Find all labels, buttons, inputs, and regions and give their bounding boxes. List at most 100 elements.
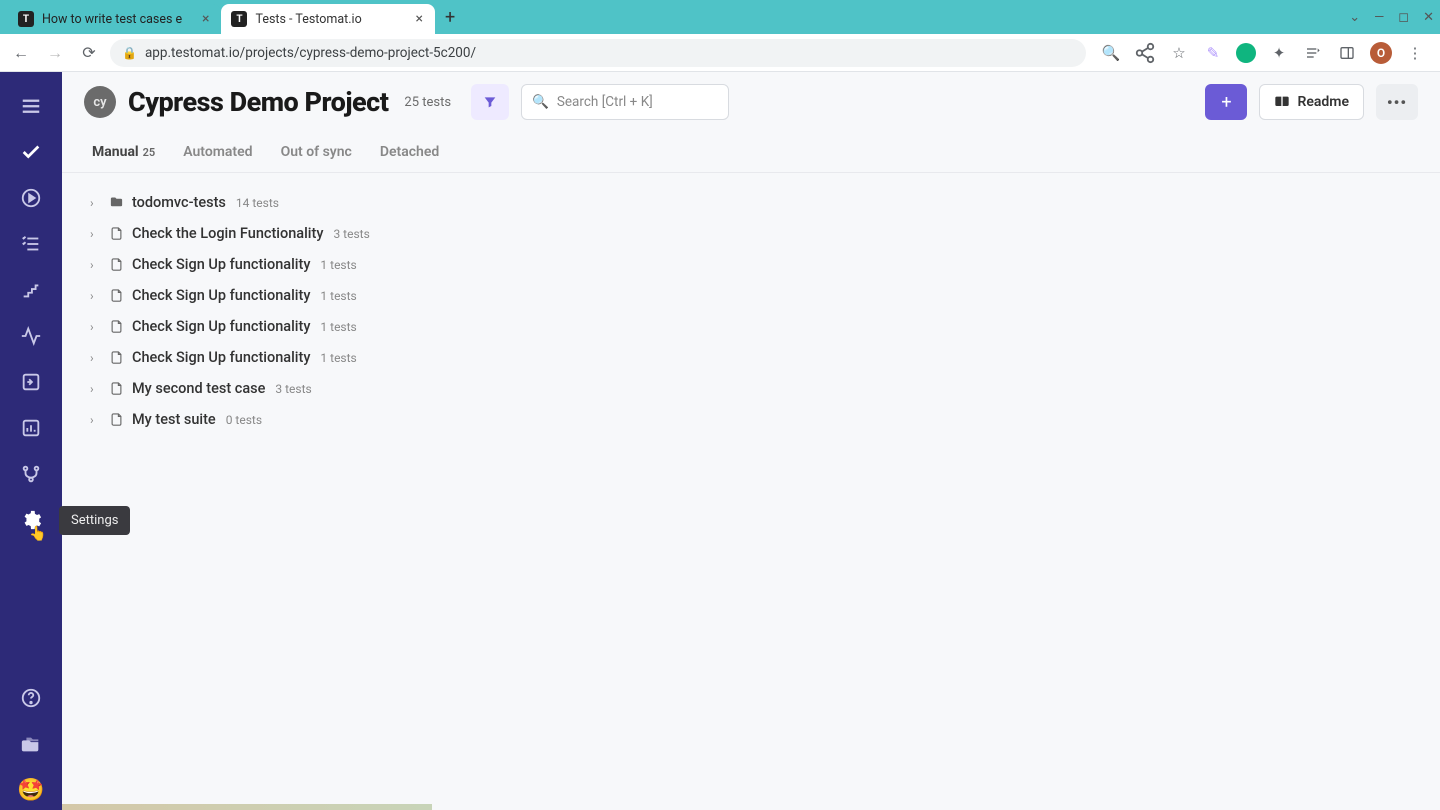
search-placeholder: Search [Ctrl + K] <box>557 94 653 110</box>
forward-button[interactable]: → <box>42 40 68 66</box>
tab-favicon-icon: T <box>231 11 247 27</box>
star-icon[interactable]: ☆ <box>1168 42 1190 64</box>
tree-row[interactable]: ›My test suite0 tests <box>82 404 1420 435</box>
row-name: todomvc-tests <box>132 194 226 211</box>
zoom-icon[interactable]: 🔍 <box>1100 42 1122 64</box>
row-count: 1 tests <box>320 351 356 365</box>
tooltip: Settings <box>59 506 130 535</box>
app-root: Settings 👆 🤩 cy Cypress Demo Project 25 … <box>0 72 1440 810</box>
chevron-right-icon: › <box>90 320 100 334</box>
filter-button[interactable] <box>471 84 509 120</box>
chevron-right-icon: › <box>90 227 100 241</box>
tree-row[interactable]: › Check Sign Up functionality 1 tests <box>82 249 1420 280</box>
project-title: Cypress Demo Project <box>128 86 388 118</box>
tab-automated[interactable]: Automated <box>183 144 252 172</box>
tab-out-of-sync[interactable]: Out of sync <box>281 144 352 172</box>
file-icon <box>108 381 124 396</box>
row-name: Check Sign Up functionality <box>132 318 310 335</box>
more-button[interactable]: ••• <box>1376 84 1418 120</box>
profile-avatar[interactable]: O <box>1370 42 1392 64</box>
row-name: Check Sign Up functionality <box>132 287 310 304</box>
close-window-icon[interactable]: ✕ <box>1423 10 1434 25</box>
file-icon <box>108 257 124 272</box>
pencil-icon[interactable]: ✎ <box>1202 42 1224 64</box>
back-button[interactable]: ← <box>8 40 34 66</box>
browser-tab[interactable]: T How to write test cases e × <box>8 4 221 34</box>
close-icon[interactable]: × <box>200 11 211 27</box>
branch-icon[interactable] <box>11 454 51 494</box>
chart-icon[interactable] <box>11 408 51 448</box>
close-icon[interactable]: × <box>413 11 424 27</box>
row-count: 1 tests <box>320 258 356 272</box>
folders-icon[interactable] <box>11 724 51 764</box>
play-icon[interactable] <box>11 178 51 218</box>
reading-list-icon[interactable] <box>1302 42 1324 64</box>
tab-manual[interactable]: Manual 25 <box>92 144 155 172</box>
project-header: cy Cypress Demo Project 25 tests 🔍 Searc… <box>62 72 1440 132</box>
folder-icon <box>108 195 124 210</box>
project-avatar: cy <box>84 86 116 118</box>
emoji-avatar-icon[interactable]: 🤩 <box>11 770 51 810</box>
gear-icon[interactable]: Settings 👆 <box>11 500 51 540</box>
file-icon <box>108 288 124 303</box>
tree-row[interactable]: ›Check Sign Up functionality1 tests <box>82 342 1420 373</box>
import-icon[interactable] <box>11 362 51 402</box>
checklist-icon[interactable] <box>11 224 51 264</box>
add-button[interactable]: + <box>1205 84 1247 120</box>
minimize-icon[interactable]: — <box>1374 10 1384 25</box>
check-icon[interactable] <box>11 132 51 172</box>
tree-row[interactable]: › Check Sign Up functionality 1 tests <box>82 311 1420 342</box>
filter-tabs: Manual 25 Automated Out of sync Detached <box>62 132 1440 173</box>
row-name: My second test case <box>132 380 265 397</box>
bottom-strip <box>62 804 432 810</box>
maximize-icon[interactable]: ◻ <box>1398 10 1409 25</box>
kebab-icon[interactable]: ⋮ <box>1404 42 1426 64</box>
chevron-right-icon: › <box>90 382 100 396</box>
url-field[interactable]: 🔒 app.testomat.io/projects/cypress-demo-… <box>110 39 1086 67</box>
new-tab-button[interactable]: + <box>435 7 465 28</box>
tree-row[interactable]: ›Check Sign Up functionality1 tests <box>82 280 1420 311</box>
reload-button[interactable]: ⟳ <box>76 40 102 66</box>
row-name: Check Sign Up functionality <box>132 349 310 366</box>
chevron-down-icon[interactable]: ⌄ <box>1349 10 1360 25</box>
tab-detached[interactable]: Detached <box>380 144 439 172</box>
tree-row[interactable]: ›Check the Login Functionality3 tests <box>82 218 1420 249</box>
panel-icon[interactable] <box>1336 42 1358 64</box>
menu-icon[interactable] <box>11 86 51 126</box>
cursor-icon: 👆 <box>29 526 46 542</box>
row-count: 0 tests <box>226 413 262 427</box>
tab-label: Automated <box>183 144 252 160</box>
book-icon <box>1274 94 1290 110</box>
tree-row[interactable]: ›todomvc-tests14 tests <box>82 187 1420 218</box>
test-tree: › todomvc-tests 14 tests ›Check the Login F… <box>62 173 1440 449</box>
lock-icon: 🔒 <box>122 46 137 60</box>
share-icon[interactable] <box>1134 42 1156 64</box>
puzzle-icon[interactable]: ✦ <box>1268 42 1290 64</box>
row-count: 14 tests <box>236 196 279 210</box>
tree-row[interactable]: ›My second test case3 tests <box>82 373 1420 404</box>
stairs-icon[interactable] <box>11 270 51 310</box>
search-icon: 🔍 <box>532 94 549 110</box>
browser-tab-strip: T How to write test cases e × T Tests - … <box>0 0 1440 34</box>
help-icon[interactable] <box>11 678 51 718</box>
row-name: Check Sign Up functionality <box>132 256 310 273</box>
readme-button[interactable]: Readme <box>1259 84 1364 120</box>
row-count: 1 tests <box>320 289 356 303</box>
browser-tab-active[interactable]: T Tests - Testomat.io × <box>221 4 434 34</box>
tab-favicon-icon: T <box>18 11 34 27</box>
sidebar: Settings 👆 🤩 <box>0 72 62 810</box>
readme-label: Readme <box>1297 94 1349 110</box>
chevron-right-icon: › <box>90 413 100 427</box>
row-count: 3 tests <box>333 227 369 241</box>
chevron-right-icon: › <box>90 258 100 272</box>
main-content: cy Cypress Demo Project 25 tests 🔍 Searc… <box>62 72 1440 810</box>
tab-label: Manual <box>92 144 139 160</box>
search-input[interactable]: 🔍 Search [Ctrl + K] <box>521 84 729 120</box>
extension-icon[interactable] <box>1236 43 1256 63</box>
activity-icon[interactable] <box>11 316 51 356</box>
file-icon <box>108 319 124 334</box>
tab-label: Detached <box>380 144 439 160</box>
row-count: 1 tests <box>320 320 356 334</box>
tests-count: 25 tests <box>404 95 451 110</box>
tab-label: Out of sync <box>281 144 352 160</box>
